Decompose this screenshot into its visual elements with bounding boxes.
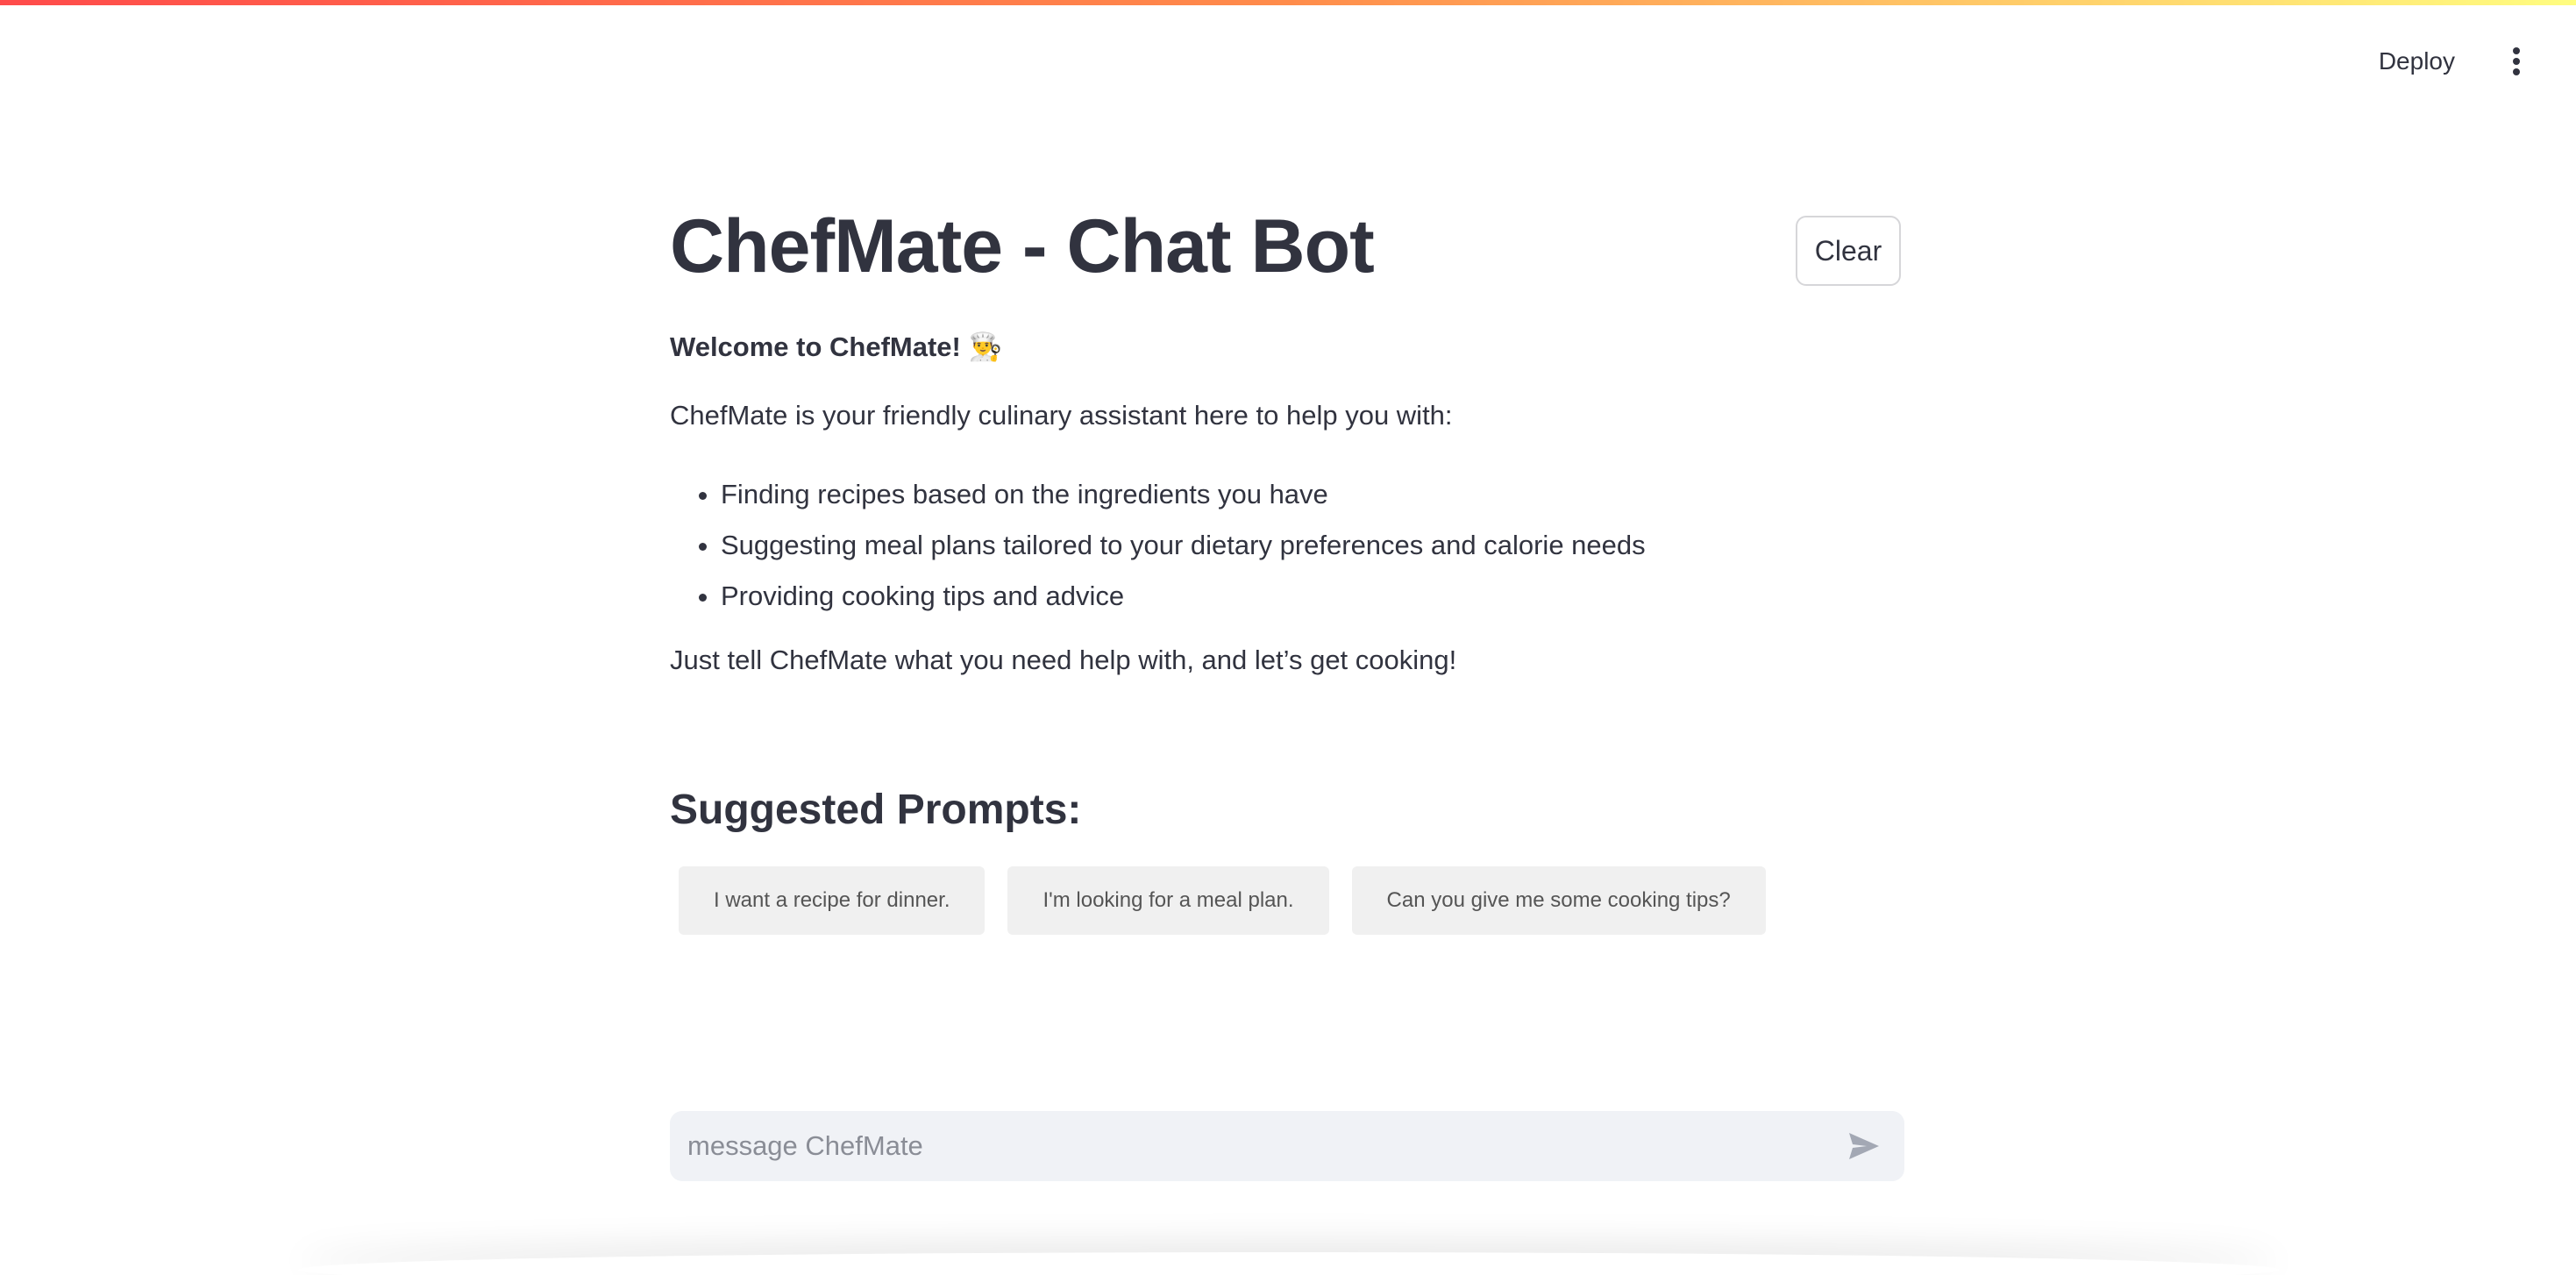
- feature-item: Suggesting meal plans tailored to your d…: [721, 520, 1904, 571]
- deploy-button[interactable]: Deploy: [2368, 40, 2466, 82]
- prompt-button-cooking-tips[interactable]: Can you give me some cooking tips?: [1351, 866, 1766, 936]
- page-title: ChefMate - Chat Bot: [670, 204, 1375, 288]
- feature-item: Finding recipes based on the ingredients…: [721, 469, 1904, 520]
- suggested-prompts-row: I want a recipe for dinner. I'm looking …: [679, 866, 1904, 936]
- chat-input-container: [670, 1111, 1904, 1181]
- prompt-button-meal-plan[interactable]: I'm looking for a meal plan.: [1007, 866, 1329, 936]
- prompt-button-recipe[interactable]: I want a recipe for dinner.: [679, 866, 986, 936]
- send-icon: [1849, 1133, 1879, 1159]
- closing-text: Just tell ChefMate what you need help wi…: [670, 644, 1457, 675]
- suggested-prompts-heading: Suggested Prompts:: [670, 786, 1082, 833]
- send-button[interactable]: [1839, 1122, 1889, 1171]
- top-decoration-stripe: [0, 0, 2576, 5]
- feature-list: Finding recipes based on the ingredients…: [670, 469, 1904, 622]
- welcome-text: Welcome to ChefMate! 👨‍🍳: [670, 331, 1003, 362]
- chat-message-input[interactable]: [686, 1119, 1839, 1173]
- bottom-shadow-decoration: [298, 1252, 2280, 1275]
- clear-button[interactable]: Clear: [1796, 216, 1901, 286]
- intro-text: ChefMate is your friendly culinary assis…: [670, 400, 1453, 431]
- app-header: Deploy: [2368, 40, 2536, 82]
- main-content: ChefMate - Chat Bot Clear Welcome to Che…: [670, 193, 1904, 936]
- app-page: Deploy ChefMate - Chat Bot Clear Welcome…: [0, 0, 2576, 1275]
- feature-item: Providing cooking tips and advice: [721, 571, 1904, 622]
- main-menu-button[interactable]: [2497, 42, 2536, 81]
- vertical-ellipsis-icon: [2513, 47, 2520, 75]
- title-row: ChefMate - Chat Bot Clear: [670, 193, 1904, 307]
